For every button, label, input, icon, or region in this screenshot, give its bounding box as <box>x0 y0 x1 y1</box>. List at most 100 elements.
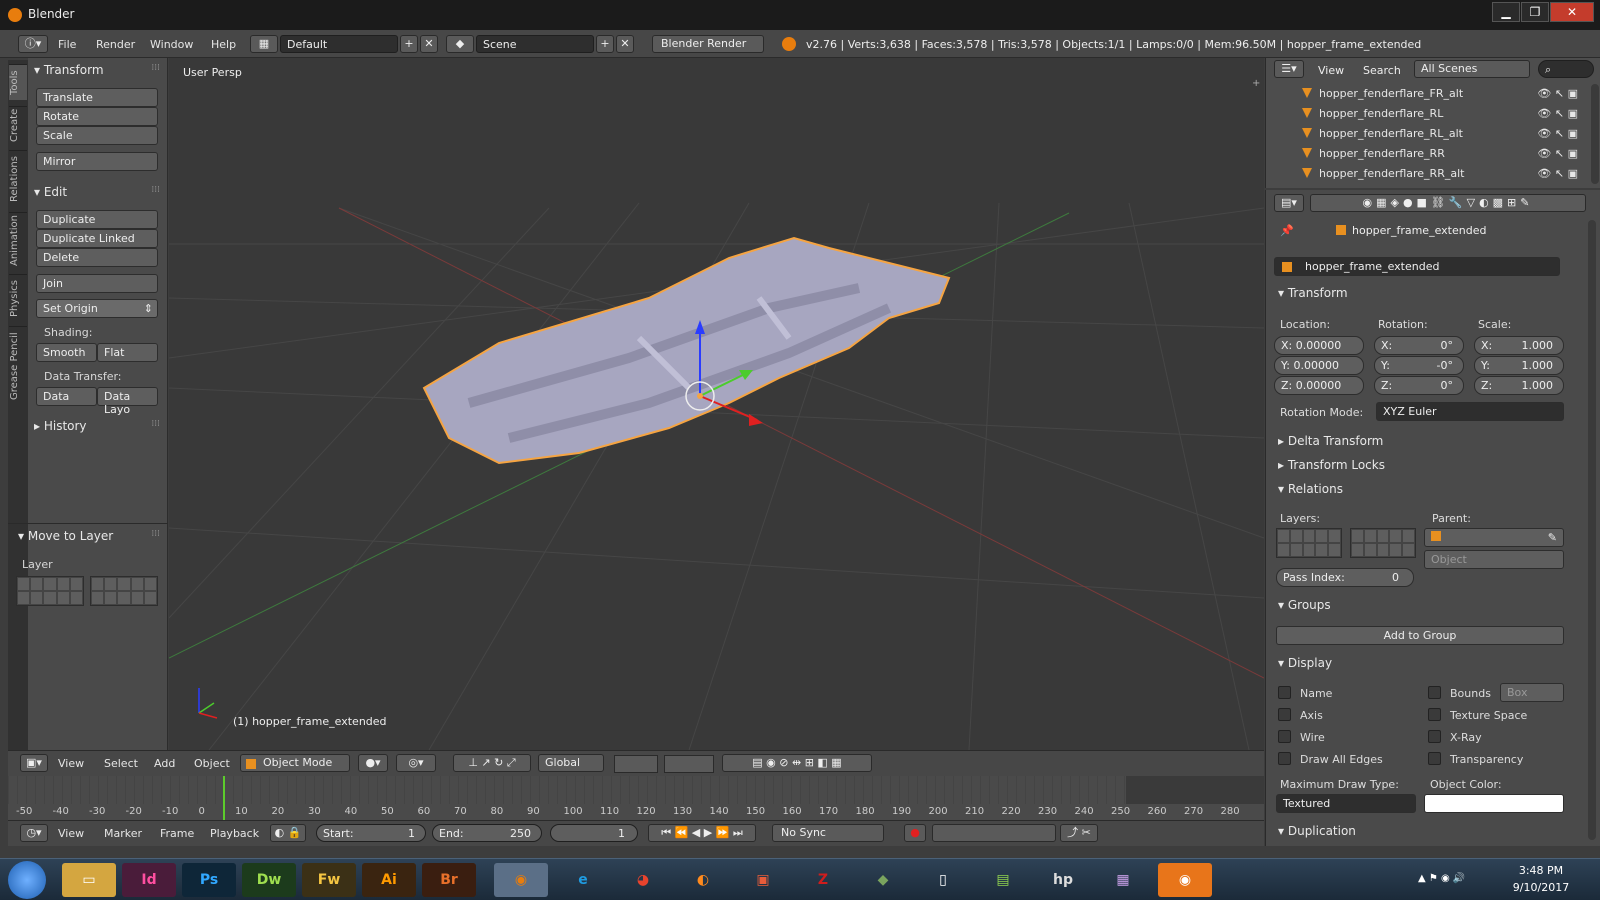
visibility-icons[interactable]: 👁 ↖ ▣ <box>1537 147 1578 160</box>
visibility-icons[interactable]: 👁 ↖ ▣ <box>1537 127 1578 140</box>
close-button[interactable]: ✕ <box>1550 2 1594 22</box>
tab-tools[interactable]: Tools <box>9 64 27 100</box>
visibility-icons[interactable]: 👁 ↖ ▣ <box>1537 107 1578 120</box>
scale-z-field[interactable]: Z: 1.000 <box>1474 376 1564 395</box>
file-explorer-icon[interactable]: ▭ <box>62 863 116 897</box>
transform-locks-header[interactable]: ▸ Transform Locks <box>1278 458 1385 472</box>
properties-context-tabs[interactable]: ◉▦◈●■⛓🔧▽◐▩⊞✎ <box>1310 194 1586 212</box>
scene-field[interactable]: Scene <box>476 35 594 53</box>
menu-select[interactable]: Select <box>104 757 138 770</box>
menu-view-timeline[interactable]: View <box>58 827 84 840</box>
history-panel-header[interactable]: ▸ History ⁞⁞⁞ <box>28 416 168 438</box>
tab-animation[interactable]: Animation <box>9 212 27 270</box>
remove-layout-button[interactable]: ✕ <box>420 35 438 53</box>
end-frame-field[interactable]: End: 250 <box>432 824 542 842</box>
transform-panel-header[interactable]: ▾ Transform ⁞⁞⁞ <box>28 60 168 82</box>
chrome-icon[interactable]: ◕ <box>616 863 670 897</box>
parent-type-select[interactable]: Object <box>1424 550 1564 569</box>
menu-playback[interactable]: Playback <box>210 827 259 840</box>
data-button[interactable]: Data <box>36 387 97 406</box>
filezilla-icon[interactable]: Z <box>796 863 850 897</box>
outliner-row[interactable]: hopper_fenderflare_RR_alt 👁 ↖ ▣ <box>1266 164 1586 184</box>
app-icon[interactable]: ▤ <box>976 863 1030 897</box>
join-button[interactable]: Join <box>36 274 158 293</box>
snap-render-icons[interactable]: ▤ ◉ ⊘ ⇹ ⊞ ◧ ▦ <box>722 754 872 772</box>
add-to-group-button[interactable]: Add to Group <box>1276 626 1564 645</box>
record-icon[interactable]: ● <box>904 824 926 842</box>
move-to-layer-header[interactable]: ▾ Move to Layer ⁞⁞⁞ <box>8 526 168 548</box>
indesign-icon[interactable]: Id <box>122 863 176 897</box>
object-layers-grid-b[interactable] <box>1350 528 1416 558</box>
outliner-search-input[interactable]: ⌕ <box>1538 60 1594 78</box>
hp-icon[interactable]: hp <box>1036 863 1090 897</box>
add-scene-button[interactable]: + <box>596 35 614 53</box>
outliner-menu-view[interactable]: View <box>1318 64 1344 77</box>
rotation-y-field[interactable]: Y: -0° <box>1374 356 1464 375</box>
render-engine-select[interactable]: Blender Render <box>652 35 764 53</box>
insert-keyframe-icons[interactable]: ⤴ ✂ <box>1060 824 1098 842</box>
flat-button[interactable]: Flat <box>97 343 158 362</box>
mode-select[interactable]: Object Mode <box>240 754 350 772</box>
winrar-icon[interactable]: ▦ <box>1096 863 1150 897</box>
dreamweaver-icon[interactable]: Dw <box>242 863 296 897</box>
menu-frame[interactable]: Frame <box>160 827 194 840</box>
start-button[interactable] <box>8 861 46 899</box>
object-layers-grid-a[interactable] <box>1276 528 1342 558</box>
menu-file[interactable]: File <box>58 38 76 51</box>
manipulator-icons[interactable]: ⊥ ↗ ↻ ⤢ <box>453 754 531 772</box>
menu-window[interactable]: Window <box>150 38 193 51</box>
editor-type-outliner-icon[interactable]: ☰▾ <box>1274 60 1304 78</box>
visibility-icons[interactable]: 👁 ↖ ▣ <box>1537 167 1578 180</box>
edit-panel-header[interactable]: ▾ Edit ⁞⁞⁞ <box>28 182 168 204</box>
scale-y-field[interactable]: Y: 1.000 <box>1474 356 1564 375</box>
outliner-row[interactable]: hopper_fenderflare_FR_alt 👁 ↖ ▣ <box>1266 84 1586 104</box>
start-frame-field[interactable]: Start: 1 <box>316 824 426 842</box>
mirror-button[interactable]: Mirror <box>36 152 158 171</box>
layout-icon[interactable]: ▦ <box>250 35 278 53</box>
layer-buttons-b[interactable] <box>664 755 714 773</box>
duplicate-linked-button[interactable]: Duplicate Linked <box>36 229 158 248</box>
menu-render[interactable]: Render <box>96 38 135 51</box>
menu-object[interactable]: Object <box>194 757 230 770</box>
duplication-header[interactable]: ▾ Duplication <box>1278 824 1356 838</box>
add-region-icon[interactable]: + <box>1252 78 1260 89</box>
max-draw-type-select[interactable]: Textured <box>1276 794 1416 813</box>
outliner-row[interactable]: hopper_fenderflare_RL 👁 ↖ ▣ <box>1266 104 1586 124</box>
app-icon[interactable]: ▣ <box>736 863 790 897</box>
remove-scene-button[interactable]: ✕ <box>616 35 634 53</box>
rotate-button[interactable]: Rotate <box>36 107 158 126</box>
scale-button[interactable]: Scale <box>36 126 158 145</box>
layer-buttons-a[interactable] <box>614 755 658 773</box>
menu-help[interactable]: Help <box>211 38 236 51</box>
data-layout-button[interactable]: Data Layo <box>97 387 158 416</box>
tab-create[interactable]: Create <box>9 106 27 146</box>
sync-select[interactable]: No Sync <box>772 824 884 842</box>
eyedropper-icon[interactable]: ✎ <box>1548 531 1557 544</box>
visibility-icons[interactable]: 👁 ↖ ▣ <box>1537 87 1578 100</box>
photoshop-icon[interactable]: Ps <box>182 863 236 897</box>
bridge-icon[interactable]: Br <box>422 863 476 897</box>
rotation-x-field[interactable]: X: 0° <box>1374 336 1464 355</box>
outliner-row[interactable]: hopper_fenderflare_RL_alt 👁 ↖ ▣ <box>1266 124 1586 144</box>
translate-button[interactable]: Translate <box>36 88 158 107</box>
keying-icons[interactable]: ◐ 🔒 <box>270 824 306 842</box>
pin-icon[interactable]: 📌 <box>1280 224 1294 237</box>
delete-button[interactable]: Delete <box>36 248 158 267</box>
pass-index-field[interactable]: Pass Index: 0 <box>1276 568 1414 587</box>
editor-type-timeline-icon[interactable]: ◷▾ <box>20 824 48 842</box>
tab-grease-pencil[interactable]: Grease Pencil <box>9 326 27 406</box>
internet-explorer-icon[interactable]: e <box>556 863 610 897</box>
add-layout-button[interactable]: + <box>400 35 418 53</box>
blender-taskbar-icon[interactable]: ◉ <box>494 863 548 897</box>
notepad-icon[interactable]: ▯ <box>916 863 970 897</box>
groups-header[interactable]: ▾ Groups <box>1278 598 1331 612</box>
display-header[interactable]: ▾ Display <box>1278 656 1332 670</box>
tab-physics[interactable]: Physics <box>9 274 27 322</box>
transform-section-header[interactable]: ▾ Transform <box>1278 286 1348 300</box>
outliner-scrollbar[interactable] <box>1591 84 1599 184</box>
menu-view[interactable]: View <box>58 757 84 770</box>
timeline[interactable]: -50 -40 -30 -20 -10 0 10 20 30 40 50 60 70 80 90 100 110… <box>8 776 1264 820</box>
layer-grid-right[interactable] <box>90 576 158 606</box>
bounds-checkbox[interactable] <box>1428 686 1441 699</box>
relations-header[interactable]: ▾ Relations <box>1278 482 1343 496</box>
